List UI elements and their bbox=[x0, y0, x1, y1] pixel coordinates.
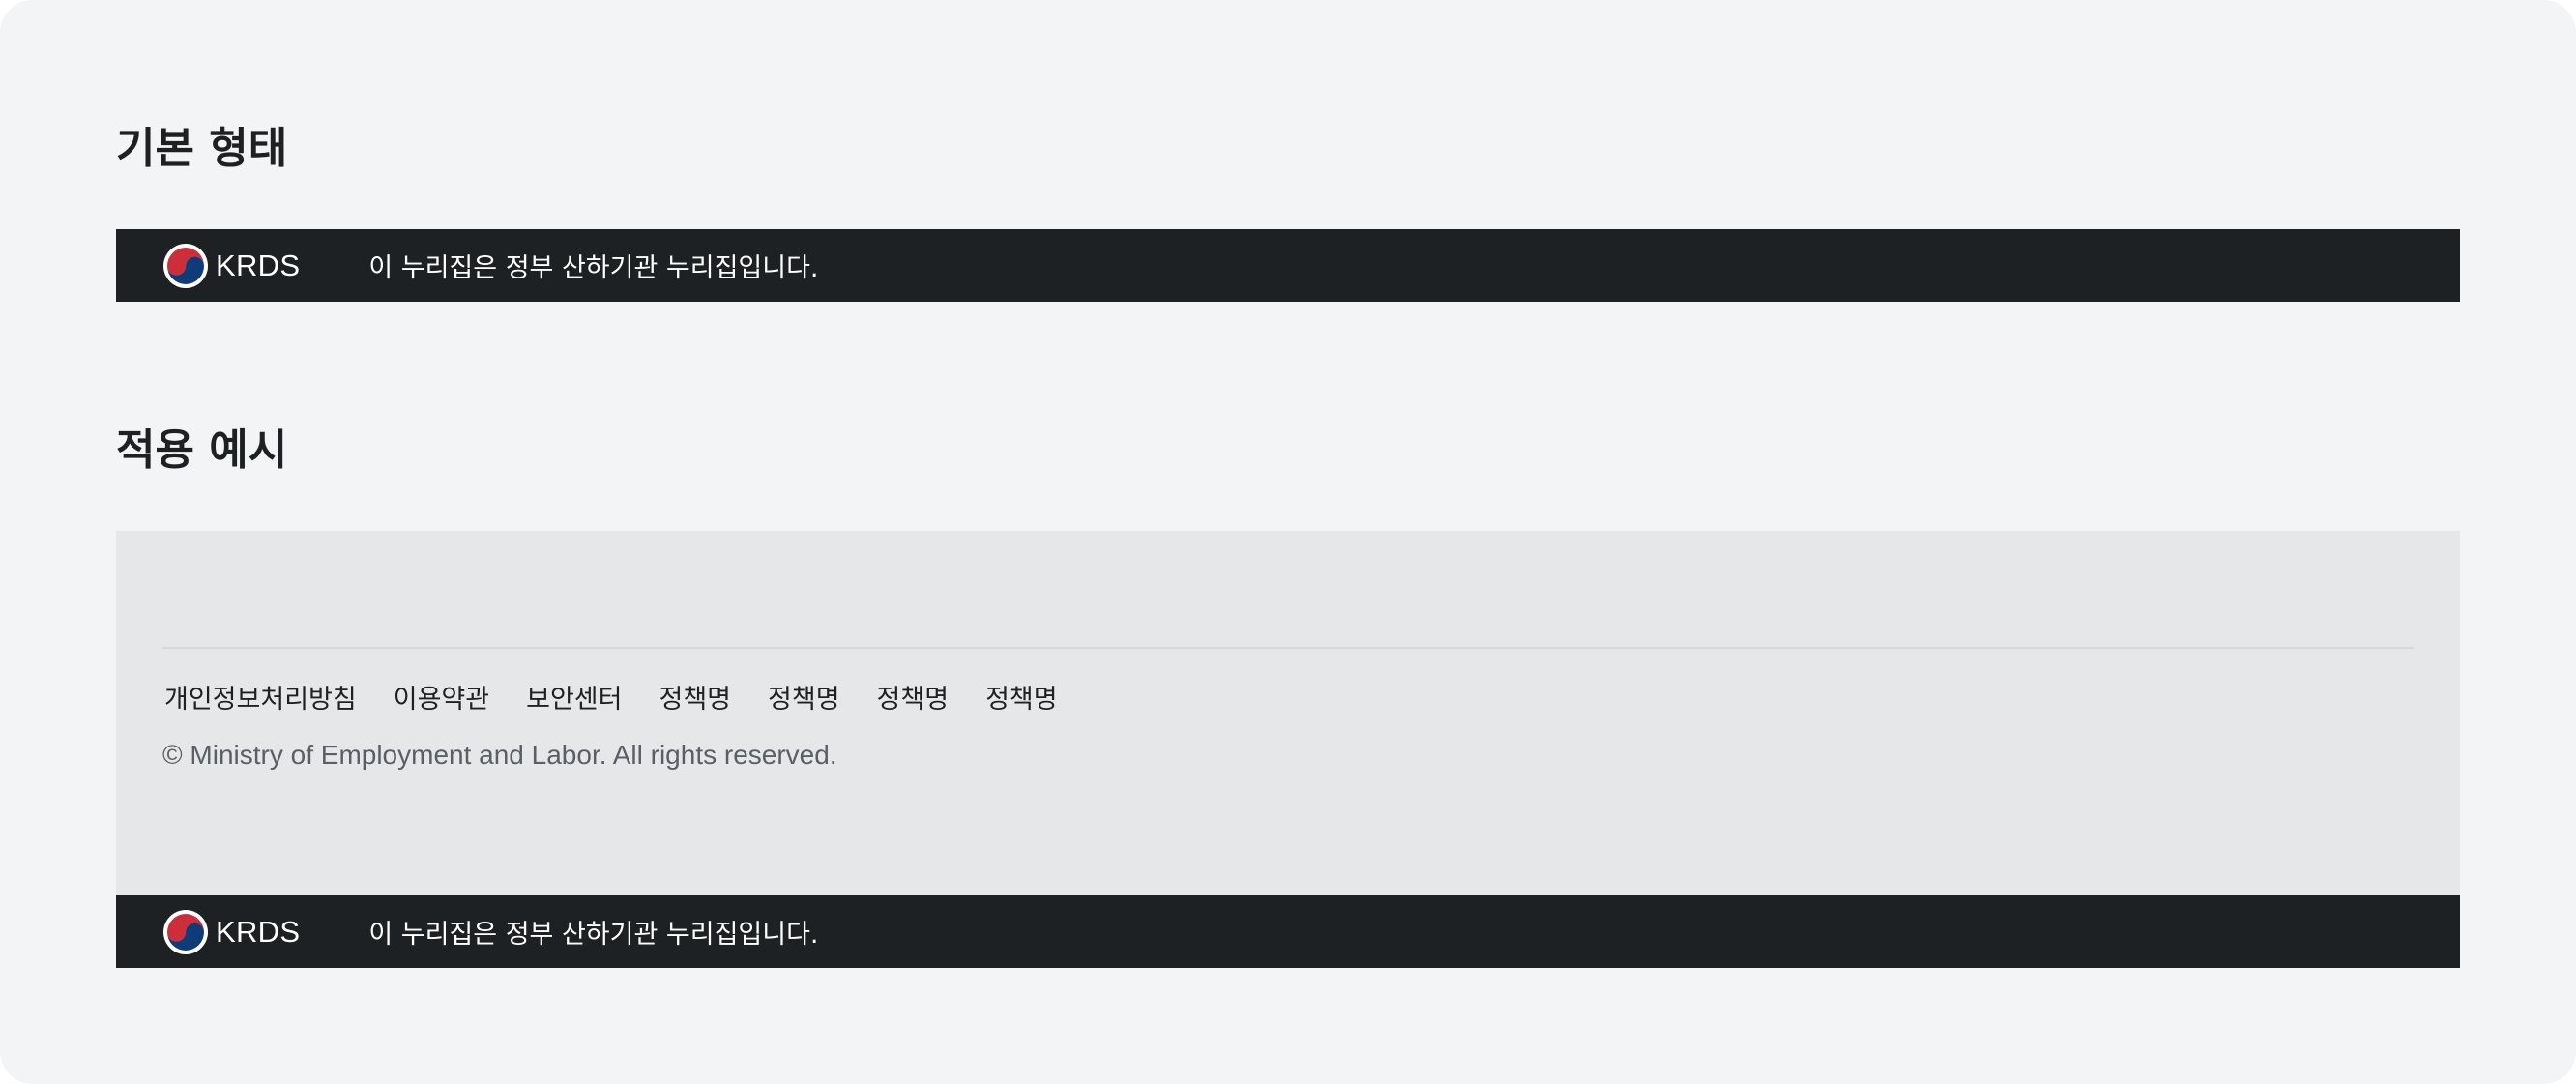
taegeuk-emblem-icon bbox=[163, 909, 208, 954]
brand-name: KRDS bbox=[216, 248, 301, 282]
footer-link-policy-3[interactable]: 정책명 bbox=[877, 678, 950, 716]
brand-name: KRDS bbox=[216, 914, 301, 949]
section-title-basic: 기본 형태 bbox=[116, 124, 288, 173]
footer-divider bbox=[162, 647, 2414, 649]
identifier-notice: 이 누리집은 정부 산하기관 누리집입니다. bbox=[368, 253, 819, 283]
government-identifier-basic: KRDS 이 누리집은 정부 산하기관 누리집입니다. bbox=[116, 229, 2460, 302]
taegeuk-emblem-icon bbox=[163, 243, 208, 288]
footer-link-policy-2[interactable]: 정책명 bbox=[768, 678, 840, 716]
identifier-notice: 이 누리집은 정부 산하기관 누리집입니다. bbox=[368, 920, 819, 950]
section-title-example: 적용 예시 bbox=[116, 425, 288, 475]
footer-link-security-center[interactable]: 보안센터 bbox=[526, 678, 622, 716]
footer-policy-links: 개인정보처리방침 이용약관 보안센터 정책명 정책명 정책명 정책명 bbox=[164, 678, 1095, 716]
footer-link-policy-1[interactable]: 정책명 bbox=[659, 678, 731, 716]
preview-canvas: 기본 형태 KRDS 이 누리집은 정부 산하기관 누리집입니다. 적용 예시 … bbox=[0, 0, 2576, 1084]
footer-link-policy-4[interactable]: 정책명 bbox=[985, 678, 1058, 716]
government-identifier-example: KRDS 이 누리집은 정부 산하기관 누리집입니다. bbox=[116, 895, 2460, 968]
footer-link-privacy-policy[interactable]: 개인정보처리방침 bbox=[164, 678, 357, 716]
footer-example: 개인정보처리방침 이용약관 보안센터 정책명 정책명 정책명 정책명 © Min… bbox=[116, 531, 2460, 895]
footer-copyright: © Ministry of Employment and Labor. All … bbox=[162, 740, 837, 770]
footer-link-terms[interactable]: 이용약관 bbox=[394, 678, 489, 716]
